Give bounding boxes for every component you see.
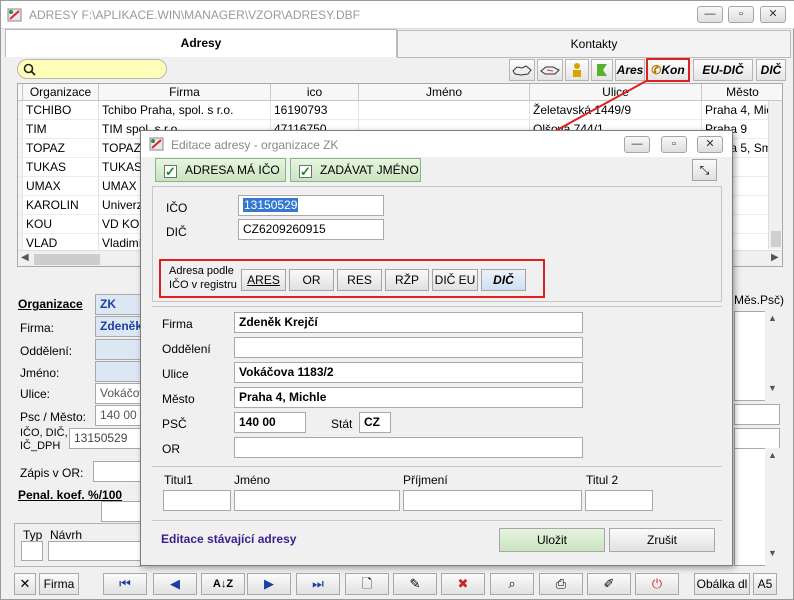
dialog-oddeleni-label: Oddělení: [162, 342, 211, 356]
dialog-maximize-button[interactable]: ▫: [661, 136, 687, 153]
dialog-separator-1: [152, 306, 722, 307]
registry-dic-eu-button[interactable]: DIČ EU: [432, 269, 478, 291]
dialog-psc-label: PSČ: [162, 417, 187, 431]
dialog-stat-input[interactable]: CZ: [359, 412, 391, 433]
checkbox-check-icon: ✓: [164, 164, 177, 179]
dialog-titul1-input[interactable]: [163, 490, 231, 511]
dialog-prijmeni-label: Příjmení: [403, 473, 448, 487]
ulozit-button[interactable]: Uložit: [499, 528, 605, 552]
registry-dic-button[interactable]: DIČ: [481, 269, 526, 291]
registry-res-button[interactable]: RES: [337, 269, 382, 291]
registry-ares-button[interactable]: ARES: [241, 269, 286, 291]
dialog-separator-3: [152, 520, 722, 521]
registry-label-1: Adresa podle: [169, 265, 234, 277]
dialog-title: Editace adresy - organizace ZK: [171, 138, 339, 152]
adresa-ma-ico-checkbox[interactable]: ✓ ADRESA MÁ IČO: [155, 158, 286, 182]
dialog-ico-value: 13150529: [243, 198, 299, 212]
dialog-oddeleni-input[interactable]: [234, 337, 583, 358]
dialog-ico-input[interactable]: 13150529: [238, 195, 384, 216]
dialog-or-input[interactable]: [234, 437, 583, 458]
dialog-titul2-label: Titul 2: [586, 473, 619, 487]
dialog-mesto-label: Město: [162, 392, 195, 406]
dialog-dic-label: DIČ: [166, 225, 187, 239]
dialog-stat-label: Stát: [331, 417, 353, 431]
zrusit-button[interactable]: Zrušit: [609, 528, 715, 552]
dialog-ulice-input[interactable]: Vokáčova 1183/2: [234, 362, 583, 383]
expand-icon[interactable]: ⤡: [692, 159, 717, 181]
registry-or-button[interactable]: OR: [289, 269, 334, 291]
checkbox-check-icon: ✓: [299, 164, 312, 179]
dialog-titul2-input[interactable]: [585, 490, 653, 511]
dialog-psc-input[interactable]: 140 00: [234, 412, 306, 433]
dialog-firma-input[interactable]: Zdeněk Krejčí: [234, 312, 583, 333]
dialog-dic-input[interactable]: CZ6209260915: [238, 219, 384, 240]
dialog-ico-label: IČO: [166, 201, 188, 215]
adresa-ma-ico-label: ADRESA MÁ IČO: [185, 163, 280, 177]
dialog-titul1-label: Titul1: [164, 473, 193, 487]
dialog-jmeno-input[interactable]: [234, 490, 400, 511]
dialog-app-icon: [149, 137, 164, 151]
registry-rzp-button[interactable]: RŽP: [385, 269, 429, 291]
zadavat-jmeno-label: ZADÁVAT JMÉNO: [320, 163, 419, 177]
dialog-prijmeni-input[interactable]: [403, 490, 582, 511]
dialog-ulice-label: Ulice: [162, 367, 189, 381]
dialog-firma-label: Firma: [162, 317, 193, 331]
edit-address-dialog: Editace adresy - organizace ZK — ▫ ✕ ✓ AD…: [140, 130, 733, 566]
dialog-minimize-button[interactable]: —: [624, 136, 650, 153]
dialog-or-label: OR: [162, 442, 180, 456]
registry-label-2: IČO v registru: [169, 279, 237, 291]
dialog-mesto-input[interactable]: Praha 4, Michle: [234, 387, 583, 408]
dialog-jmeno-label: Jméno: [234, 473, 271, 487]
dialog-title-bar: Editace adresy - organizace ZK — ▫ ✕: [141, 131, 732, 157]
zadavat-jmeno-checkbox[interactable]: ✓ ZADÁVAT JMÉNO: [290, 158, 421, 182]
dialog-separator-2: [152, 466, 722, 467]
dialog-status-text: Editace stávající adresy: [161, 532, 297, 546]
dialog-close-button[interactable]: ✕: [697, 136, 723, 153]
